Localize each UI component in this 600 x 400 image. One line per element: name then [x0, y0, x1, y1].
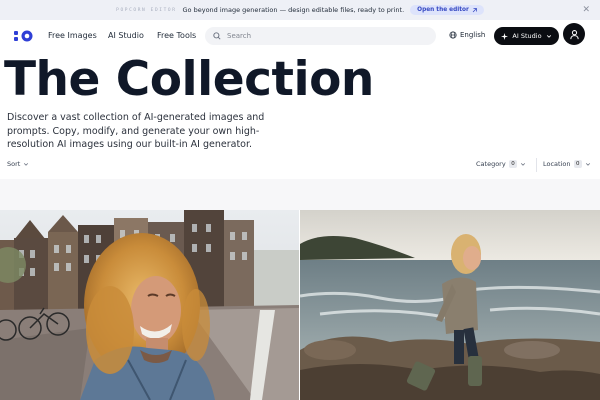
- search-input[interactable]: [227, 32, 417, 40]
- sort-label: Sort: [7, 160, 21, 168]
- language-selector[interactable]: English: [449, 31, 485, 39]
- open-editor-button[interactable]: Open the editor: [410, 5, 484, 15]
- top-nav: Free Images AI Studio Free Tools English…: [0, 20, 600, 52]
- sort-dropdown[interactable]: Sort: [7, 160, 29, 168]
- location-filter[interactable]: Location 0: [543, 160, 591, 168]
- chevron-down-icon: [585, 163, 591, 166]
- category-filter[interactable]: Category 0: [476, 160, 526, 168]
- location-count-badge: 0: [573, 160, 582, 168]
- announcement-message: Go beyond image generation — design edit…: [182, 6, 405, 14]
- globe-icon: [449, 31, 457, 39]
- user-icon: [569, 29, 579, 39]
- nav-link-free-tools[interactable]: Free Tools: [157, 31, 196, 40]
- location-label: Location: [543, 160, 571, 168]
- page-description: Discover a vast collection of AI-generat…: [7, 112, 265, 150]
- search-icon: [213, 32, 221, 40]
- page-title: The Collection: [4, 52, 374, 107]
- ai-studio-button-label: AI Studio: [512, 32, 542, 40]
- filter-divider: [536, 158, 537, 172]
- category-count-badge: 0: [508, 160, 518, 168]
- chevron-down-icon: [546, 35, 551, 38]
- gallery-image-woman-portrait[interactable]: [0, 210, 299, 400]
- brand-logo-icon[interactable]: [14, 30, 34, 42]
- open-editor-label: Open the editor: [417, 7, 469, 13]
- nav-link-ai-studio[interactable]: AI Studio: [108, 31, 144, 40]
- external-link-icon: [472, 7, 477, 12]
- sparkle-icon: [501, 32, 509, 40]
- language-label: English: [460, 31, 486, 39]
- chevron-down-icon: [521, 163, 526, 166]
- chevron-down-icon: [24, 163, 29, 166]
- announcement-bar: POPCORN EDITOR Go beyond image generatio…: [0, 0, 600, 20]
- category-label: Category: [476, 160, 506, 168]
- filter-bar: Sort Category 0 Location 0: [0, 158, 600, 174]
- gallery-top-band: [0, 179, 600, 210]
- nav-link-free-images[interactable]: Free Images: [48, 31, 97, 40]
- announcement-brand: POPCORN EDITOR: [116, 7, 177, 13]
- search-bar[interactable]: [205, 27, 436, 45]
- gallery-image-child-seaside[interactable]: [300, 210, 600, 400]
- avatar[interactable]: [563, 23, 585, 45]
- close-icon[interactable]: ✕: [582, 4, 590, 16]
- ai-studio-button[interactable]: AI Studio: [494, 27, 559, 45]
